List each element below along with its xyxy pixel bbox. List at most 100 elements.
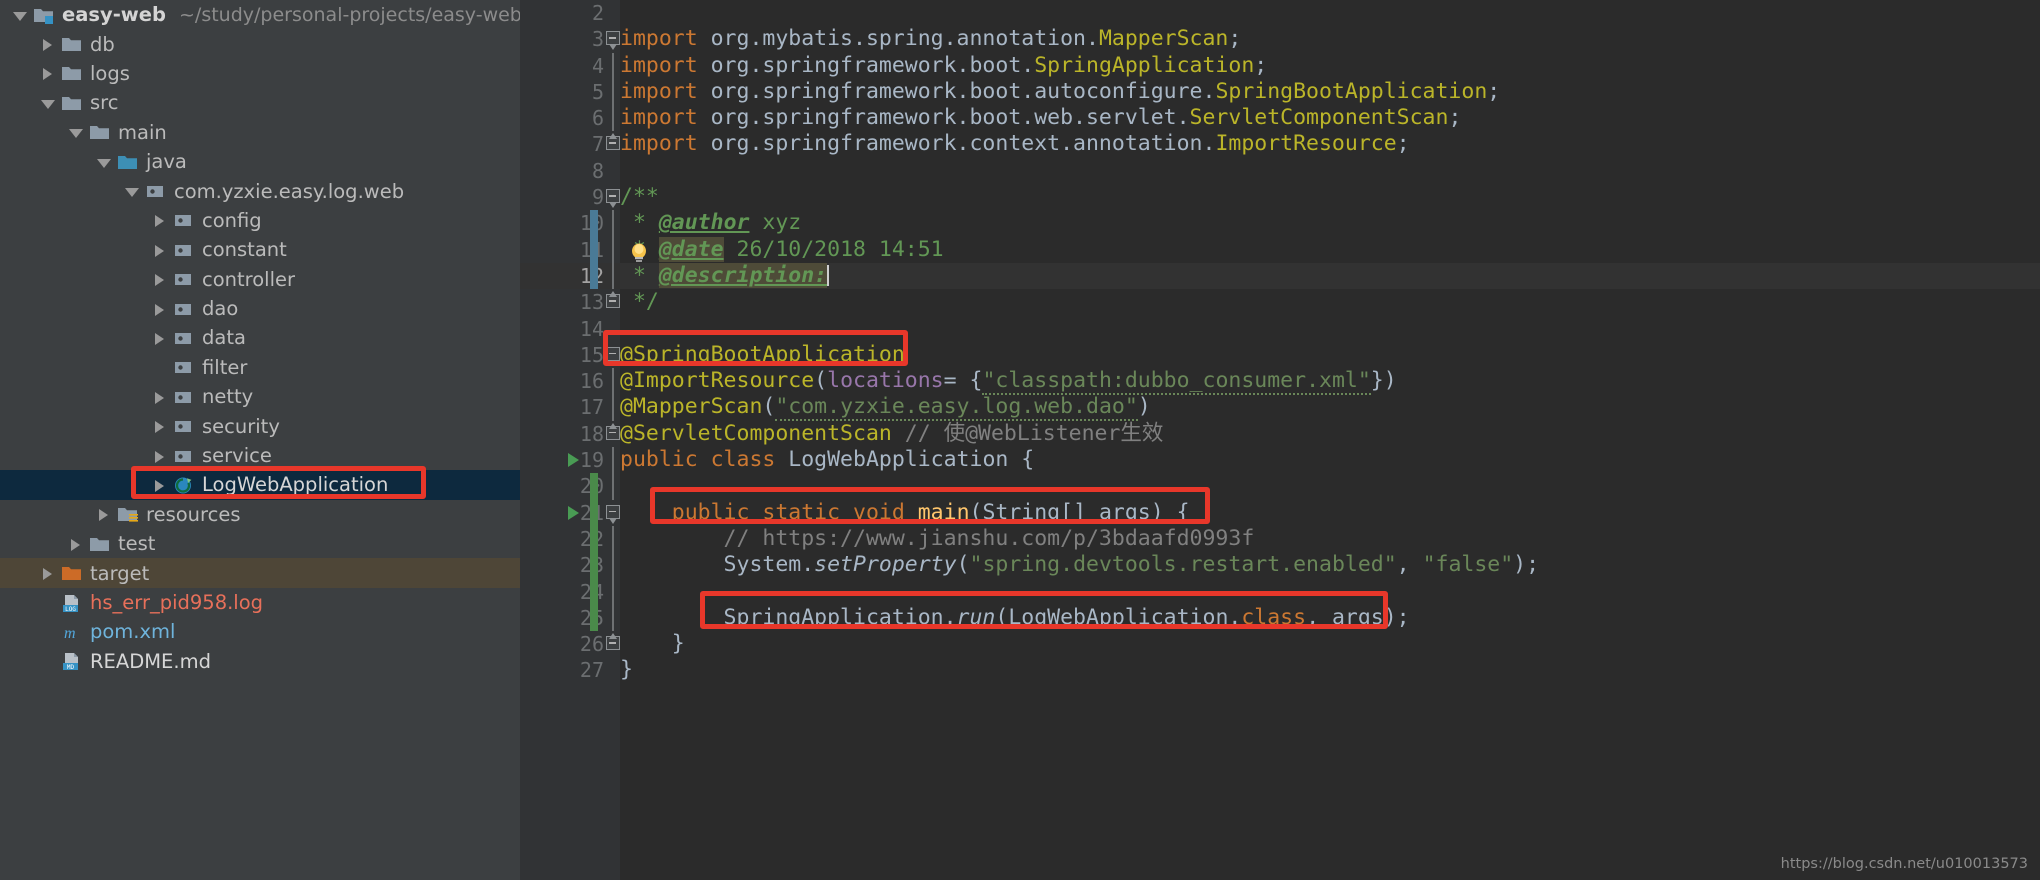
- chevron-right-icon[interactable]: [152, 271, 168, 287]
- code-folding-gutter[interactable]: [606, 26, 620, 52]
- tree-item-target[interactable]: target: [0, 558, 520, 587]
- code-folding-gutter[interactable]: [606, 500, 620, 526]
- code-line[interactable]: 9/**: [520, 184, 2040, 210]
- code-folding-gutter[interactable]: [606, 421, 620, 447]
- tree-item-db[interactable]: db: [0, 29, 520, 58]
- vcs-change-marker[interactable]: [590, 552, 598, 578]
- code-line[interactable]: 24: [520, 579, 2040, 605]
- code-folding-gutter[interactable]: [606, 158, 620, 184]
- chevron-down-icon[interactable]: [12, 7, 28, 23]
- tree-item-hs-err-pid958-log[interactable]: LOGhs_err_pid958.log: [0, 588, 520, 617]
- code-folding-gutter[interactable]: [606, 316, 620, 342]
- tree-item-config[interactable]: config: [0, 206, 520, 235]
- fold-minus-icon[interactable]: [606, 189, 620, 203]
- code-line[interactable]: 12 * @description:: [520, 263, 2040, 289]
- chevron-right-icon[interactable]: [152, 448, 168, 464]
- chevron-right-icon[interactable]: [40, 565, 56, 581]
- code-folding-gutter[interactable]: [606, 552, 620, 578]
- code-folding-gutter[interactable]: [606, 526, 620, 552]
- tree-item-logs[interactable]: logs: [0, 59, 520, 88]
- code-folding-gutter[interactable]: [606, 210, 620, 236]
- code-line[interactable]: 10 * @author xyz: [520, 210, 2040, 236]
- code-line[interactable]: 3import org.mybatis.spring.annotation.Ma…: [520, 26, 2040, 52]
- chevron-right-icon[interactable]: [40, 36, 56, 52]
- vcs-change-marker[interactable]: [590, 263, 598, 289]
- project-tool-window[interactable]: easy-web~/study/personal-projects/easy-w…: [0, 0, 520, 880]
- code-line[interactable]: 11 * @date 26/10/2018 14:51: [520, 237, 2040, 263]
- chevron-down-icon[interactable]: [96, 154, 112, 170]
- code-line[interactable]: 27}: [520, 657, 2040, 683]
- fold-minus-icon[interactable]: [606, 31, 620, 45]
- chevron-right-icon[interactable]: [152, 212, 168, 228]
- tree-item-filter[interactable]: filter: [0, 353, 520, 382]
- tree-item-java[interactable]: java: [0, 147, 520, 176]
- code-editor[interactable]: 23import org.mybatis.spring.annotation.M…: [520, 0, 2040, 880]
- tree-item-controller[interactable]: controller: [0, 265, 520, 294]
- chevron-right-icon[interactable]: [68, 536, 84, 552]
- code-line[interactable]: 19public class LogWebApplication {: [520, 447, 2040, 473]
- code-folding-gutter[interactable]: [606, 237, 620, 263]
- run-gutter-icon[interactable]: [568, 453, 579, 467]
- tree-item-src[interactable]: src: [0, 88, 520, 117]
- chevron-right-icon[interactable]: [96, 506, 112, 522]
- code-line[interactable]: 16@ImportResource(locations= {"classpath…: [520, 368, 2040, 394]
- vcs-change-marker[interactable]: [590, 473, 598, 499]
- code-line[interactable]: 6import org.springframework.boot.web.ser…: [520, 105, 2040, 131]
- code-folding-gutter[interactable]: [606, 368, 620, 394]
- code-line[interactable]: 7import org.springframework.context.anno…: [520, 131, 2040, 157]
- code-line[interactable]: 13 */: [520, 289, 2040, 315]
- code-folding-gutter[interactable]: [606, 289, 620, 315]
- code-line[interactable]: 23 System.setProperty("spring.devtools.r…: [520, 552, 2040, 578]
- code-folding-gutter[interactable]: [606, 631, 620, 657]
- tree-item-pom-xml[interactable]: mpom.xml: [0, 617, 520, 646]
- tree-item-data[interactable]: data: [0, 323, 520, 352]
- code-line[interactable]: 26 }: [520, 631, 2040, 657]
- chevron-down-icon[interactable]: [40, 95, 56, 111]
- chevron-right-icon[interactable]: [152, 330, 168, 346]
- intention-bulb-icon[interactable]: [628, 242, 650, 264]
- code-folding-gutter[interactable]: [606, 605, 620, 631]
- code-folding-gutter[interactable]: [606, 447, 620, 473]
- code-line[interactable]: 14: [520, 316, 2040, 342]
- tree-item-readme-md[interactable]: MDREADME.md: [0, 647, 520, 676]
- code-line[interactable]: 20: [520, 473, 2040, 499]
- code-folding-gutter[interactable]: [606, 394, 620, 420]
- code-line[interactable]: 21 public static void main(String[] args…: [520, 500, 2040, 526]
- tree-item-test[interactable]: test: [0, 529, 520, 558]
- tree-item-service[interactable]: service: [0, 441, 520, 470]
- code-folding-gutter[interactable]: [606, 79, 620, 105]
- chevron-right-icon[interactable]: [152, 477, 168, 493]
- vcs-change-marker[interactable]: [590, 579, 598, 605]
- chevron-down-icon[interactable]: [68, 124, 84, 140]
- code-line[interactable]: 17@MapperScan("com.yzxie.easy.log.web.da…: [520, 394, 2040, 420]
- fold-minus-icon[interactable]: [606, 347, 620, 361]
- tree-item-netty[interactable]: netty: [0, 382, 520, 411]
- tree-item-security[interactable]: security: [0, 411, 520, 440]
- fold-minus-icon[interactable]: [606, 505, 620, 519]
- vcs-change-marker[interactable]: [590, 237, 598, 263]
- tree-item-dao[interactable]: dao: [0, 294, 520, 323]
- code-folding-gutter[interactable]: [606, 184, 620, 210]
- code-lines[interactable]: 23import org.mybatis.spring.annotation.M…: [520, 0, 2040, 880]
- code-line[interactable]: 8: [520, 158, 2040, 184]
- chevron-right-icon[interactable]: [152, 301, 168, 317]
- vcs-change-marker[interactable]: [590, 526, 598, 552]
- code-folding-gutter[interactable]: [606, 657, 620, 683]
- vcs-change-marker[interactable]: [590, 605, 598, 631]
- code-folding-gutter[interactable]: [606, 342, 620, 368]
- tree-item-constant[interactable]: constant: [0, 235, 520, 264]
- vcs-change-marker[interactable]: [590, 210, 598, 236]
- tree-item-easy-web[interactable]: easy-web~/study/personal-projects/easy-w…: [0, 0, 520, 29]
- code-line[interactable]: 18@ServletComponentScan // 使@WebListener…: [520, 421, 2040, 447]
- chevron-right-icon[interactable]: [152, 242, 168, 258]
- run-gutter-icon[interactable]: [568, 506, 579, 520]
- code-line[interactable]: 22 // https://www.jianshu.com/p/3bdaafd0…: [520, 526, 2040, 552]
- vcs-change-marker[interactable]: [590, 500, 598, 526]
- code-line[interactable]: 4import org.springframework.boot.SpringA…: [520, 53, 2040, 79]
- tree-item-com-yzxie-easy-log-web[interactable]: com.yzxie.easy.log.web: [0, 176, 520, 205]
- tree-item-resources[interactable]: resources: [0, 500, 520, 529]
- code-folding-gutter[interactable]: [606, 131, 620, 157]
- code-line[interactable]: 15@SpringBootApplication: [520, 342, 2040, 368]
- tree-item-main[interactable]: main: [0, 118, 520, 147]
- code-folding-gutter[interactable]: [606, 105, 620, 131]
